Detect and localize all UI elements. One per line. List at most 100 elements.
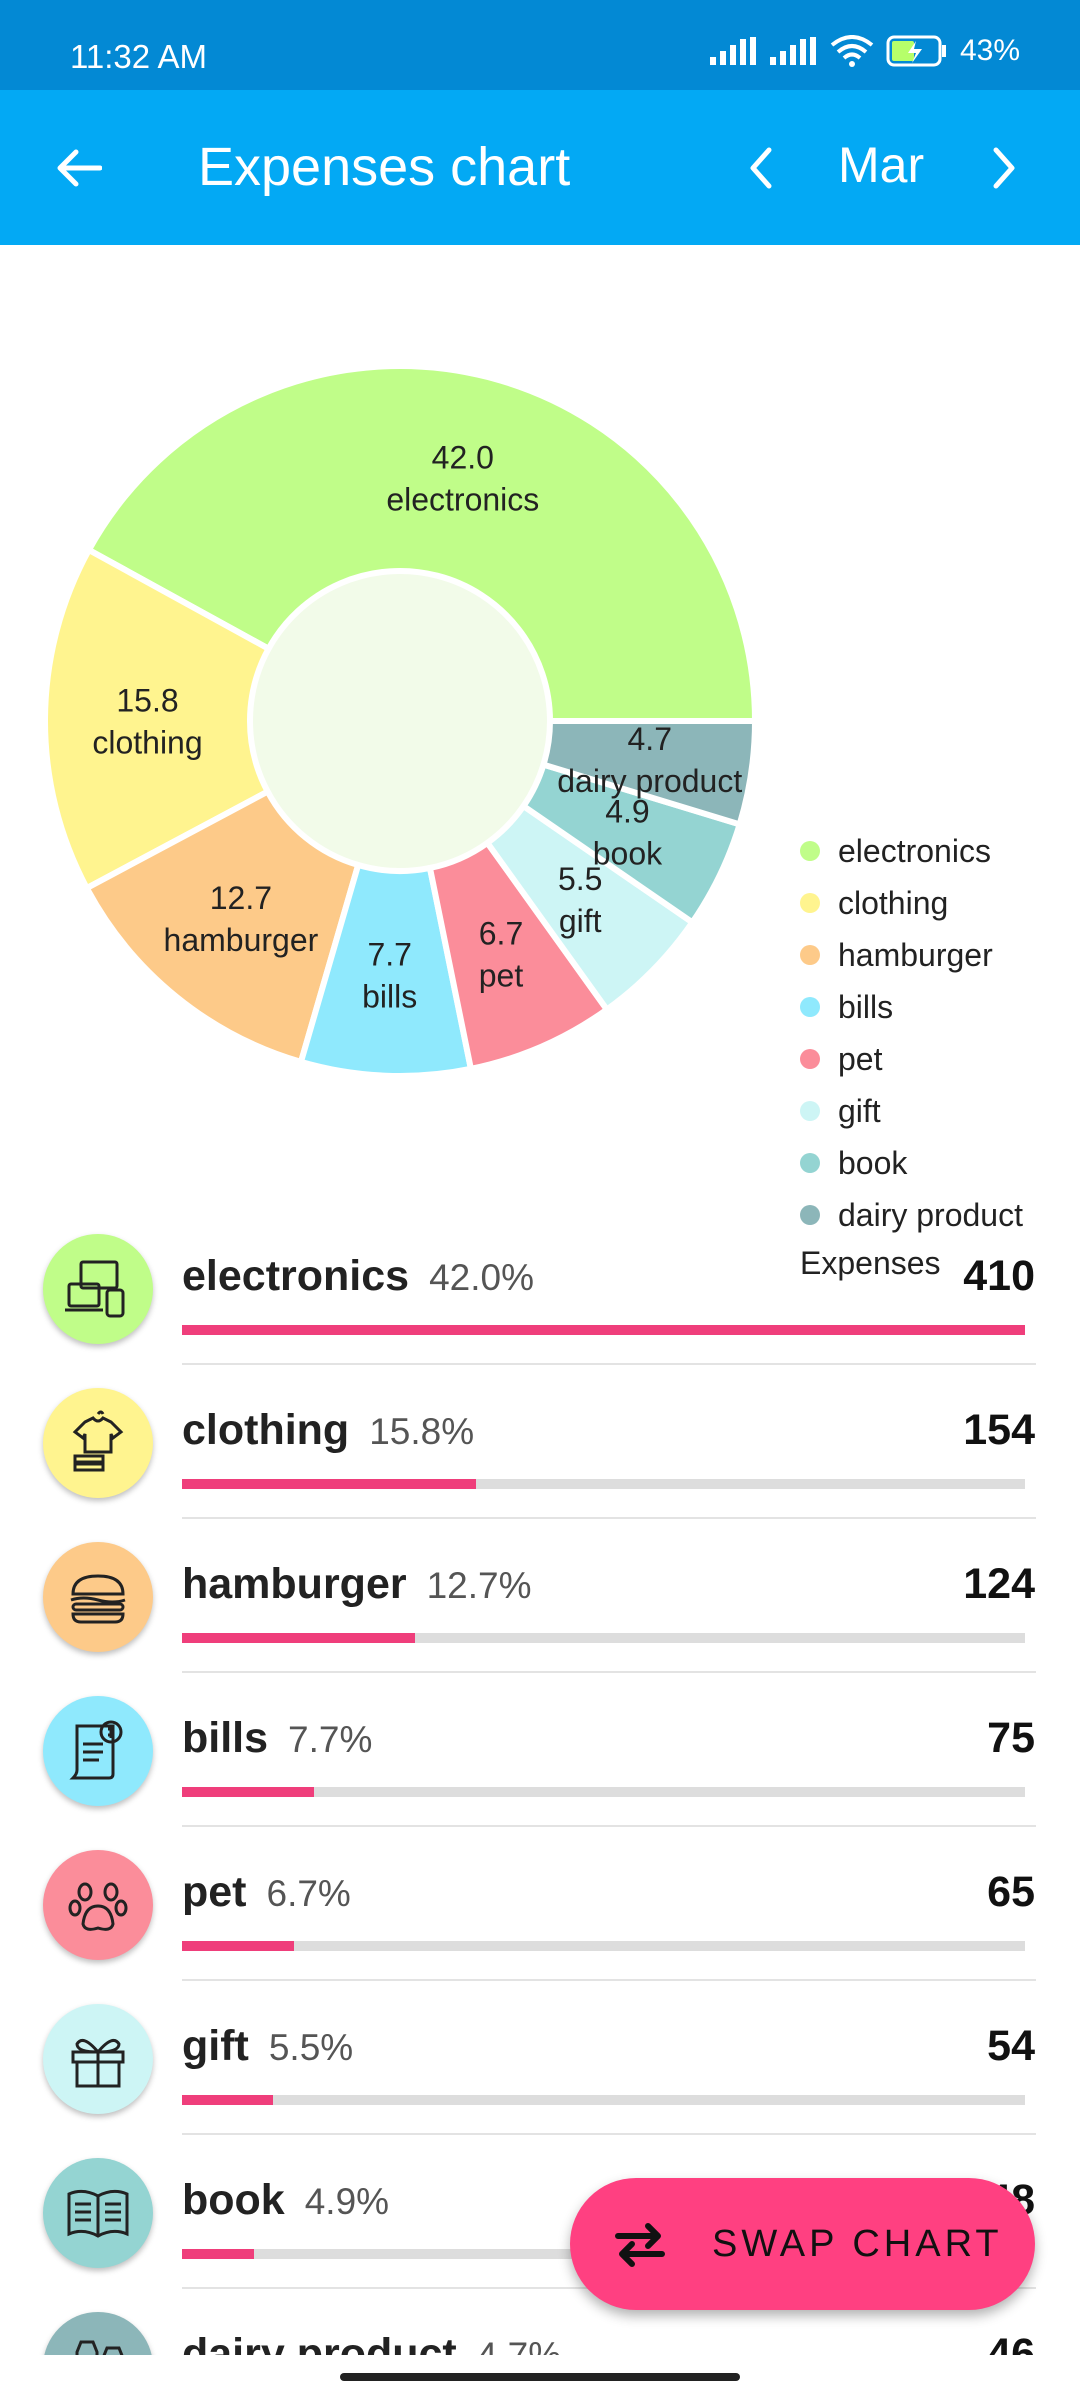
donut-chart-svg[interactable]: 42.0 electronics 15.8 clothing 12.7 hamburger… bbox=[0, 245, 800, 1185]
slice-value-label: 12.7 bbox=[210, 880, 272, 916]
legend-label: clothing bbox=[838, 884, 949, 921]
row-divider bbox=[182, 1363, 1036, 1365]
progress-bar-track bbox=[182, 1479, 1025, 1489]
legend-item: bills bbox=[800, 981, 1023, 1033]
category-icon-badge bbox=[43, 2158, 153, 2268]
back-button[interactable] bbox=[40, 130, 116, 206]
progress-bar-track bbox=[182, 1325, 1025, 1335]
category-icon-badge bbox=[43, 1234, 153, 1344]
expense-name: gift 5.5% bbox=[182, 2022, 353, 2071]
expense-amount: 54 bbox=[987, 2022, 1035, 2070]
legend-item: clothing bbox=[800, 877, 1023, 929]
expense-name-text: hamburger bbox=[182, 1560, 407, 1608]
expenses-donut-chart: 42.0 electronics 15.8 clothing 12.7 hamburger… bbox=[0, 245, 1080, 1281]
app-bar: Expenses chart Mar bbox=[0, 90, 1080, 245]
wifi-icon bbox=[830, 35, 874, 67]
progress-bar-fill bbox=[182, 2095, 274, 2105]
gesture-navigation-bar[interactable] bbox=[340, 2373, 740, 2381]
legend-color-dot bbox=[800, 945, 820, 965]
swap-chart-button[interactable]: SWAP CHART bbox=[570, 2178, 1035, 2310]
status-bar: 11:32 AM 43% bbox=[0, 0, 1080, 90]
expense-row-clothing[interactable]: clothing 15.8% 154 bbox=[0, 1379, 1080, 1533]
slice-value-label: 42.0 bbox=[432, 439, 494, 475]
expense-row-hamburger[interactable]: hamburger 12.7% 124 bbox=[0, 1533, 1080, 1687]
legend-color-dot bbox=[800, 1101, 820, 1121]
expense-name: dairy product 4.7% bbox=[182, 2330, 561, 2355]
expense-name-text: pet bbox=[182, 1868, 247, 1916]
chart-legend: electronics clothing hamburger bills pet gift… bbox=[800, 825, 1023, 1282]
expense-percent: 7.7% bbox=[288, 1719, 373, 1760]
expense-row-dairy-product[interactable]: dairy product 4.7% 46 bbox=[0, 2303, 1080, 2355]
progress-bar-fill bbox=[182, 1787, 315, 1797]
book-icon bbox=[67, 2189, 129, 2238]
expense-percent: 5.5% bbox=[268, 2027, 354, 2068]
progress-bar-track bbox=[182, 2095, 1025, 2105]
expense-name: book 4.9% bbox=[182, 2176, 389, 2225]
legend-label: gift bbox=[838, 1092, 881, 1129]
expense-row-electronics[interactable]: electronics 42.0% 410 bbox=[0, 1225, 1080, 1379]
slice-category-label: bills bbox=[362, 978, 417, 1014]
progress-bar-fill bbox=[182, 1633, 415, 1643]
legend-item: book bbox=[800, 1137, 1023, 1189]
expense-name-text: dairy product bbox=[182, 2330, 457, 2355]
next-month-button[interactable] bbox=[975, 130, 1035, 206]
legend-label: electronics bbox=[838, 832, 991, 869]
legend-color-dot bbox=[800, 893, 820, 913]
row-divider bbox=[182, 1825, 1036, 1827]
slice-value-label: 15.8 bbox=[116, 682, 178, 718]
previous-month-button[interactable] bbox=[730, 130, 790, 206]
category-icon-badge bbox=[43, 1850, 153, 1960]
progress-bar-track bbox=[182, 1633, 1025, 1643]
slice-category-label: hamburger bbox=[164, 922, 319, 958]
expense-amount: 410 bbox=[963, 1252, 1035, 1300]
expense-row-bills[interactable]: bills 7.7% 75 bbox=[0, 1687, 1080, 1841]
expense-percent: 12.7% bbox=[426, 1565, 532, 1606]
burger-icon bbox=[70, 1574, 126, 1624]
legend-label: book bbox=[838, 1144, 908, 1181]
legend-label: bills bbox=[838, 988, 894, 1025]
slice-value-label: 7.7 bbox=[367, 936, 411, 972]
expense-row-gift[interactable]: gift 5.5% 54 bbox=[0, 1995, 1080, 2149]
expense-row-pet[interactable]: pet 6.7% 65 bbox=[0, 1841, 1080, 1995]
progress-bar-fill bbox=[182, 1325, 1025, 1335]
progress-bar-fill bbox=[182, 2249, 254, 2259]
legend-color-dot bbox=[800, 1153, 820, 1173]
status-time: 11:32 AM bbox=[70, 38, 207, 75]
slice-category-label: clothing bbox=[92, 724, 202, 760]
expense-name: pet 6.7% bbox=[182, 1868, 351, 1917]
row-divider bbox=[182, 1517, 1036, 1519]
signal-icon bbox=[769, 37, 816, 65]
category-icon-badge bbox=[43, 2312, 153, 2355]
progress-bar-fill bbox=[182, 1479, 477, 1489]
legend-label: pet bbox=[838, 1040, 883, 1077]
expense-percent: 15.8% bbox=[369, 1411, 475, 1452]
expense-amount: 46 bbox=[987, 2330, 1035, 2355]
slice-value-label: 6.7 bbox=[479, 915, 523, 951]
legend-color-dot bbox=[800, 841, 820, 861]
paw-icon bbox=[68, 1882, 128, 1931]
legend-item: electronics bbox=[800, 825, 1023, 877]
expense-amount: 124 bbox=[963, 1560, 1035, 1608]
category-icon-badge bbox=[43, 1696, 153, 1806]
slice-category-label: gift bbox=[559, 903, 602, 939]
chevron-left-icon bbox=[750, 147, 772, 189]
signal-icon bbox=[709, 37, 756, 65]
swap-icon bbox=[615, 2223, 665, 2267]
bill-icon bbox=[69, 1720, 123, 1780]
expense-name-text: electronics bbox=[182, 1252, 410, 1300]
clothes-icon bbox=[72, 1410, 124, 1472]
category-icon-badge bbox=[43, 1388, 153, 1498]
slice-category-label: dairy product bbox=[557, 763, 742, 799]
expense-percent: 4.7% bbox=[477, 2335, 561, 2355]
slice-category-label: book bbox=[593, 836, 663, 872]
dairy-icon bbox=[75, 2340, 124, 2355]
legend-label: hamburger bbox=[838, 936, 993, 973]
expense-name: clothing 15.8% bbox=[182, 1406, 474, 1455]
month-label: Mar bbox=[838, 137, 925, 193]
row-divider bbox=[182, 2133, 1036, 2135]
expense-amount: 65 bbox=[987, 1868, 1035, 1916]
battery-level: 43% bbox=[959, 34, 1020, 67]
expense-name-text: book bbox=[182, 2176, 285, 2224]
expense-name: hamburger 12.7% bbox=[182, 1560, 532, 1609]
expense-name: bills 7.7% bbox=[182, 1714, 372, 1763]
